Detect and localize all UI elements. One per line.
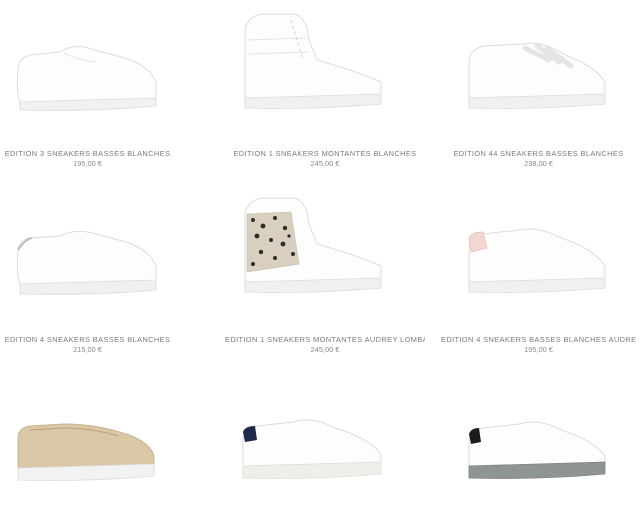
gold-slip-on-sneaker-icon xyxy=(17,423,155,481)
navy-heel-sneaker-icon xyxy=(242,419,382,479)
product-image[interactable] xyxy=(0,372,213,512)
product-image[interactable] xyxy=(0,186,213,326)
product-price: 215,00 € xyxy=(73,345,102,354)
high-top-sneaker-icon xyxy=(244,13,382,109)
product-price: 238,00 € xyxy=(524,159,553,168)
product-price: 245,00 € xyxy=(310,345,340,354)
product-name[interactable]: EDITION 4 SNEAKERS BASSES BLANCHES xyxy=(0,335,175,344)
product-name[interactable]: EDITION 1 SNEAKERS MONTANTES AUDREY LOMB… xyxy=(225,335,425,344)
product-price: 195,00 € xyxy=(73,159,102,168)
low-top-sneaker-icon xyxy=(16,230,157,295)
velcro-sneaker-icon xyxy=(468,42,606,109)
product-image[interactable] xyxy=(213,372,426,512)
product-image[interactable] xyxy=(213,186,426,326)
product-name[interactable]: EDITION 1 SNEAKERS MONTANTES BLANCHES xyxy=(225,149,425,158)
product-image[interactable] xyxy=(427,0,640,140)
product-grid: EDITION 3 SNEAKERS BASSES BLANCHES 195,0… xyxy=(0,0,640,508)
product-image[interactable] xyxy=(427,186,640,326)
product-name[interactable]: EDITION 4 SNEAKERS BASSES BLANCHES AUDRE… xyxy=(441,335,636,344)
product-image[interactable] xyxy=(427,372,640,512)
product-price: 195,00 € xyxy=(524,345,553,354)
product-name[interactable]: EDITION 44 SNEAKERS BASSES BLANCHES xyxy=(441,149,636,158)
low-top-sneaker-icon xyxy=(16,46,157,111)
grey-sole-sneaker-icon xyxy=(468,421,606,479)
pink-heel-sneaker-icon xyxy=(468,228,606,293)
leopard-high-top-sneaker-icon xyxy=(244,197,382,293)
product-price: 245,00 € xyxy=(310,159,340,168)
product-image[interactable] xyxy=(0,0,213,140)
product-image[interactable] xyxy=(213,0,426,140)
product-name[interactable]: EDITION 3 SNEAKERS BASSES BLANCHES xyxy=(0,149,175,158)
